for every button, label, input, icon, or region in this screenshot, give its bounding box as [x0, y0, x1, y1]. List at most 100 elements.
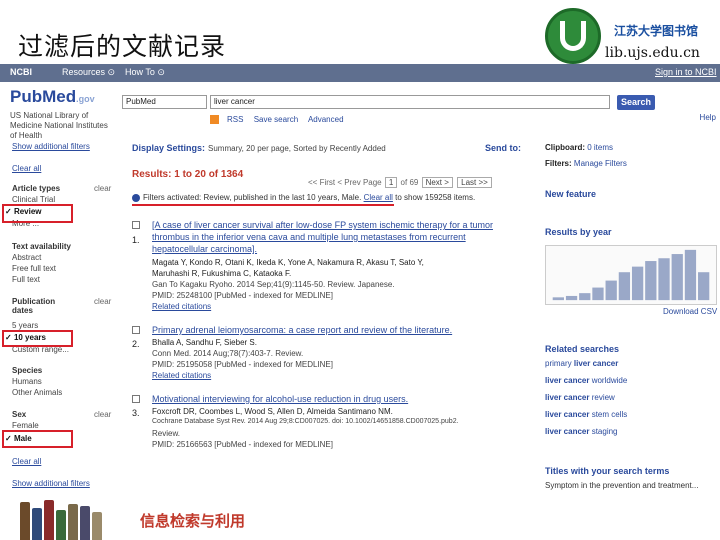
result-authors-1-l2: Maruhashi R, Fukushima C, Kataoka F.	[152, 269, 292, 278]
notice-underline	[132, 204, 394, 206]
filter-5-years[interactable]: 5 years	[12, 321, 38, 330]
clipboard-link[interactable]: 0 items	[587, 143, 613, 152]
slide-footer: 信息检索与利用	[0, 496, 720, 540]
page-number-input[interactable]: 1	[384, 177, 398, 188]
send-to-link[interactable]: Send to:	[485, 143, 521, 153]
search-input[interactable]: liver cancer	[210, 95, 610, 109]
new-feature-heading: New feature	[545, 189, 597, 199]
first-page-link[interactable]: << First	[308, 178, 335, 187]
year-bar[interactable]	[618, 272, 631, 301]
result-title-1[interactable]: [A case of liver cancer survival after l…	[152, 220, 493, 230]
related-search-2[interactable]: liver cancer worldwide	[545, 376, 627, 385]
library-url: lib.ujs.edu.cn	[605, 45, 700, 61]
result-checkbox-1[interactable]	[132, 221, 140, 229]
species-heading: Species	[12, 366, 43, 375]
year-bar[interactable]	[605, 280, 617, 301]
highlight-10-years	[2, 330, 73, 347]
show-filters-link[interactable]: Show additional filters	[12, 142, 90, 151]
related-citations-2[interactable]: Related citations	[152, 371, 211, 380]
filter-clinical-trial[interactable]: Clinical Trial	[12, 195, 55, 204]
related-search-4[interactable]: liver cancer stem cells	[545, 410, 627, 419]
result-pmid-2: PMID: 25195058 [PubMed - indexed for MED…	[152, 360, 333, 369]
rss-link[interactable]: RSS	[227, 115, 243, 124]
year-bar[interactable]	[592, 287, 604, 301]
filters: Filters: Manage Filters	[545, 159, 627, 168]
year-bar[interactable]	[645, 261, 657, 301]
result-checkbox-2[interactable]	[132, 326, 140, 334]
rss-icon	[210, 115, 219, 125]
display-settings-link[interactable]: Display Settings:	[132, 143, 205, 153]
manage-filters-link[interactable]: Manage Filters	[574, 159, 627, 168]
result-title-1-l3[interactable]: hepatocellular carcinoma].	[152, 244, 257, 254]
search-button[interactable]: Search	[617, 95, 655, 110]
search-sublinks: RSS Save search Advanced	[210, 115, 352, 125]
year-bar[interactable]	[658, 258, 670, 301]
highlight-male	[2, 430, 73, 448]
database-select[interactable]: PubMed	[122, 95, 207, 109]
signin-link[interactable]: Sign in to NCBI	[655, 67, 717, 77]
download-csv-link[interactable]: Download CSV	[663, 307, 717, 316]
year-bar[interactable]	[684, 249, 697, 301]
pubmed-logo[interactable]: PubMed.gov	[10, 87, 95, 107]
help-link[interactable]: Help	[700, 113, 716, 122]
result-title-1-l2[interactable]: thrombus in the inferior vena cava and m…	[152, 232, 466, 242]
slide-title: 过滤后的文献记录	[18, 32, 227, 61]
footer-text: 信息检索与利用	[140, 512, 246, 530]
article-types-heading: Article types	[12, 184, 61, 193]
related-searches-heading: Related searches	[545, 344, 620, 354]
related-search-1[interactable]: primary liver cancer	[545, 359, 618, 368]
sex-clear[interactable]: clear	[94, 410, 111, 419]
show-filters-link-bottom[interactable]: Show additional filters	[12, 479, 90, 488]
notice-clear-all-link[interactable]: Clear all	[364, 193, 393, 202]
filter-other-animals[interactable]: Other Animals	[12, 388, 62, 397]
ncbi-logo[interactable]: NCBI	[10, 67, 32, 77]
related-search-3[interactable]: liver cancer review	[545, 393, 615, 402]
results-by-year-chart[interactable]	[545, 245, 717, 305]
related-citations-1[interactable]: Related citations	[152, 302, 211, 311]
advanced-link[interactable]: Advanced	[308, 115, 344, 124]
pub-dates-clear[interactable]: clear	[94, 297, 111, 306]
year-bar[interactable]	[671, 254, 683, 301]
pubmed-screenshot: NCBI Resources ⊙ How To ⊙ Sign in to NCB…	[0, 64, 720, 496]
year-bar[interactable]	[579, 293, 591, 301]
resources-menu[interactable]: Resources ⊙	[62, 67, 115, 78]
save-search-link[interactable]: Save search	[254, 115, 298, 124]
text-availability-heading: Text availability	[12, 242, 71, 251]
article-types-clear[interactable]: clear	[94, 184, 111, 193]
next-page-button[interactable]: Next >	[421, 177, 453, 188]
last-page-button[interactable]: Last >>	[457, 177, 492, 188]
result-checkbox-3[interactable]	[132, 395, 140, 403]
year-bar[interactable]	[552, 297, 564, 301]
pager: << First < Prev Page 1 of 69 Next > Last…	[308, 177, 493, 188]
filter-humans[interactable]: Humans	[12, 377, 42, 386]
result-num-1: 1.	[132, 235, 140, 245]
result-title-3[interactable]: Motivational interviewing for alcohol-us…	[152, 394, 408, 404]
result-source-2: Conn Med. 2014 Aug;78(7):403-7. Review.	[152, 349, 304, 358]
sex-heading: Sex	[12, 410, 27, 419]
clipboard: Clipboard: 0 items	[545, 143, 614, 152]
filter-female[interactable]: Female	[12, 421, 39, 430]
clear-all-link[interactable]: Clear all	[12, 164, 41, 173]
result-source-1: Gan To Kagaku Ryoho. 2014 Sep;41(9):1145…	[152, 280, 395, 289]
result-pmid-3: PMID: 25166563 [PubMed - indexed for MED…	[152, 440, 333, 449]
year-bar[interactable]	[565, 295, 578, 301]
clear-all-link-bottom[interactable]: Clear all	[12, 457, 41, 466]
nlm-org: US National Library of Medicine National…	[10, 111, 108, 140]
filter-free-full-text[interactable]: Free full text	[12, 264, 56, 273]
display-settings-value: Summary, 20 per page, Sorted by Recently…	[208, 144, 386, 153]
ncbi-bar: NCBI Resources ⊙ How To ⊙ Sign in to NCB…	[0, 64, 720, 82]
filters-notice: Filters activated: Review, published in …	[132, 193, 475, 202]
info-icon	[132, 193, 140, 202]
titles-item[interactable]: Symptom in the prevention and treatment.…	[545, 481, 698, 490]
year-bar[interactable]	[698, 272, 710, 301]
related-search-5[interactable]: liver cancer staging	[545, 427, 618, 436]
filter-full-text[interactable]: Full text	[12, 275, 40, 284]
result-num-2: 2.	[132, 339, 140, 349]
university-logo-icon	[545, 8, 601, 64]
howto-menu[interactable]: How To ⊙	[125, 67, 165, 78]
titles-heading: Titles with your search terms	[545, 466, 670, 476]
prev-page-link[interactable]: < Prev	[337, 178, 360, 187]
filter-abstract[interactable]: Abstract	[12, 253, 41, 262]
result-title-2[interactable]: Primary adrenal leiomyosarcoma: a case r…	[152, 325, 452, 335]
year-bar[interactable]	[631, 266, 644, 301]
